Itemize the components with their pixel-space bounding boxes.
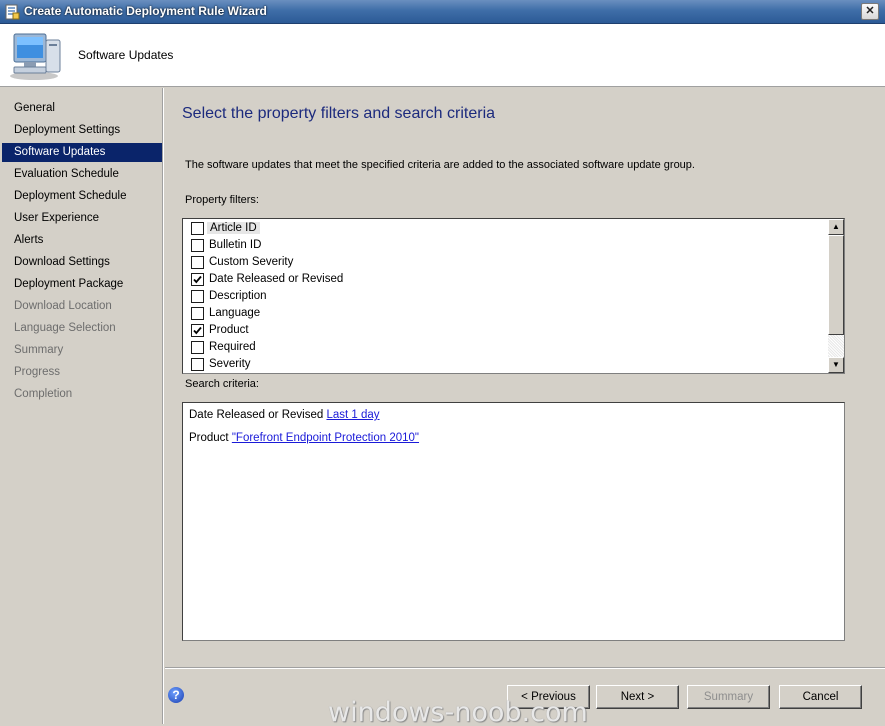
criteria-property: Date Released or Revised	[189, 409, 324, 421]
filter-label: Severity	[209, 358, 251, 370]
nav-step-user-experience[interactable]: User Experience	[2, 209, 162, 228]
nav-step-general[interactable]: General	[2, 99, 162, 118]
nav-step-download-location: Download Location	[14, 300, 112, 312]
filter-row[interactable]: Custom Severity	[187, 254, 827, 271]
page-heading: Select the property filters and search c…	[182, 105, 496, 122]
wizard-header: Software Updates	[0, 24, 885, 87]
close-icon: ✕	[865, 5, 875, 17]
criteria-line: Product "Forefront Endpoint Protection 2…	[189, 432, 419, 444]
help-icon[interactable]: ?	[168, 687, 184, 703]
checkmark-icon	[193, 275, 202, 284]
criteria-value-link[interactable]: Last 1 day	[326, 409, 379, 421]
filter-label: Product	[209, 324, 249, 336]
property-filters-label: Property filters:	[185, 194, 259, 206]
criteria-value-link[interactable]: "Forefront Endpoint Protection 2010"	[232, 432, 419, 444]
filter-checkbox[interactable]	[191, 290, 204, 303]
header-title: Software Updates	[78, 48, 174, 62]
wizard-app-icon	[5, 4, 20, 20]
nav-step-download-settings[interactable]: Download Settings	[2, 253, 162, 272]
nav-step-alerts[interactable]: Alerts	[2, 231, 162, 250]
filter-row[interactable]: Language	[187, 305, 827, 322]
title-bar: Create Automatic Deployment Rule Wizard …	[0, 0, 885, 24]
next-button[interactable]: Next >	[596, 685, 679, 709]
computer-icon	[10, 33, 61, 80]
filter-checkbox[interactable]	[191, 222, 204, 235]
close-button[interactable]: ✕	[861, 3, 879, 20]
filter-checkbox[interactable]	[191, 239, 204, 252]
property-filters-list[interactable]: Article ID Bulletin ID Custom Severity Date…	[182, 218, 845, 374]
nav-divider	[162, 88, 164, 724]
checkmark-icon	[193, 326, 202, 335]
filter-row[interactable]: Bulletin ID	[187, 237, 827, 254]
filter-label: Date Released or Revised	[209, 273, 344, 285]
bottom-separator	[165, 667, 885, 669]
filter-checkbox[interactable]	[191, 273, 204, 286]
filter-row[interactable]: Date Released or Revised	[187, 271, 827, 288]
search-criteria-box: Date Released or Revised Last 1 day Produ…	[182, 402, 845, 641]
nav-step-deployment-settings[interactable]: Deployment Settings	[2, 121, 162, 140]
filter-checkbox[interactable]	[191, 341, 204, 354]
nav-step-progress: Progress	[14, 366, 61, 378]
nav-step-evaluation-schedule[interactable]: Evaluation Schedule	[2, 165, 162, 184]
filter-checkbox[interactable]	[191, 358, 204, 371]
nav-step-completion: Completion	[14, 388, 73, 400]
filter-row[interactable]: Description	[187, 288, 827, 305]
filter-checkbox[interactable]	[191, 324, 204, 337]
watermark: windows-noob.com	[328, 697, 588, 726]
filter-checkbox[interactable]	[191, 256, 204, 269]
scroll-thumb[interactable]	[828, 235, 844, 335]
filter-row[interactable]: Severity	[187, 356, 827, 373]
nav-step-deployment-package[interactable]: Deployment Package	[2, 275, 162, 294]
cancel-button[interactable]: Cancel	[779, 685, 862, 709]
filter-row[interactable]: Product	[187, 322, 827, 339]
criteria-property: Product	[189, 432, 229, 444]
window-title: Create Automatic Deployment Rule Wizard	[24, 4, 267, 18]
nav-step-deployment-schedule[interactable]: Deployment Schedule	[2, 187, 162, 206]
filter-row[interactable]: Required	[187, 339, 827, 356]
page-description: The software updates that meet the speci…	[185, 159, 695, 171]
wizard-steps-nav: General Deployment Settings Software Updat…	[2, 88, 162, 724]
criteria-line: Date Released or Revised Last 1 day	[189, 409, 380, 421]
filters-scrollbar[interactable]: ▲ ▼	[828, 219, 844, 373]
filter-row[interactable]: Article ID	[187, 220, 827, 237]
scroll-up-button[interactable]: ▲	[828, 219, 844, 235]
nav-step-software-updates[interactable]: Software Updates	[2, 143, 162, 162]
filter-checkbox[interactable]	[191, 307, 204, 320]
filter-label: Bulletin ID	[209, 239, 262, 251]
search-criteria-label: Search criteria:	[185, 378, 259, 390]
summary-button: Summary	[687, 685, 770, 709]
nav-step-summary: Summary	[14, 344, 64, 356]
filter-label: Custom Severity	[209, 256, 294, 268]
filter-label: Required	[209, 341, 256, 353]
scroll-down-button[interactable]: ▼	[828, 357, 844, 373]
nav-step-language-selection: Language Selection	[14, 322, 116, 334]
filter-label: Language	[209, 307, 261, 319]
filter-label: Article ID	[207, 222, 260, 234]
filter-label: Description	[209, 290, 267, 302]
